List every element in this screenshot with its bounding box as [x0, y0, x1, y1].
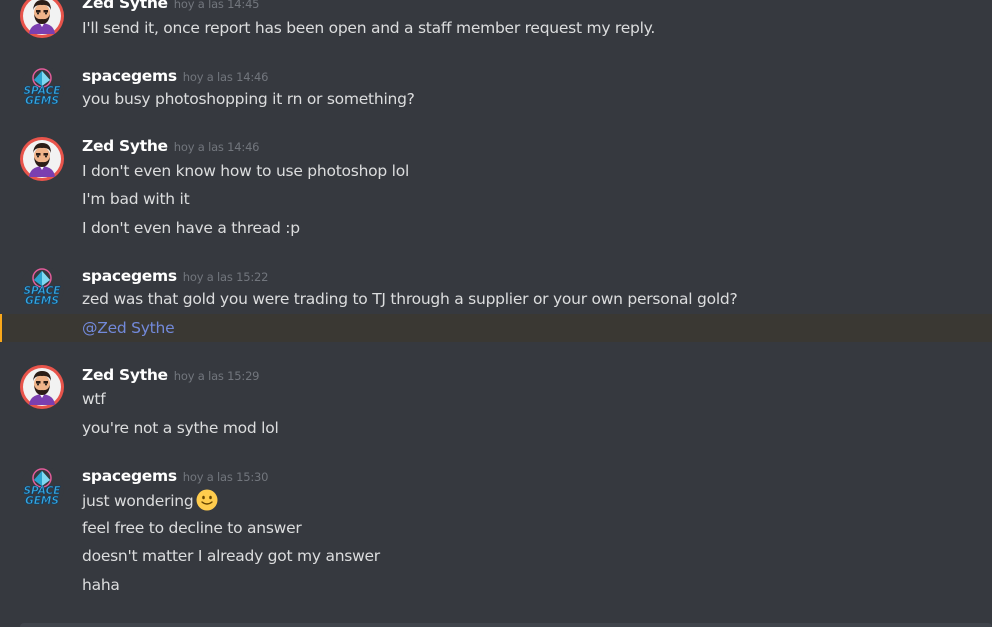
timestamp[interactable]: hoy a las 15:30 [183, 470, 269, 484]
timestamp[interactable]: hoy a las 15:22 [183, 270, 269, 284]
username[interactable]: Zed Sythe [82, 0, 168, 12]
message-header: spacegems hoy a las 14:46 [82, 66, 268, 86]
message-text-with-emoji: just wondering [82, 489, 218, 511]
message-text: you're not a sythe mod lol [82, 419, 279, 437]
timestamp[interactable]: hoy a las 14:45 [174, 0, 260, 11]
username[interactable]: spacegems [82, 67, 177, 85]
chat-messages: Zed Sythe hoy a las 14:45 I'll send it, o… [0, 0, 992, 627]
spacegems-logo-line2: GEMS [25, 95, 59, 107]
user-mention[interactable]: @Zed Sythe [82, 318, 175, 338]
user-avatar[interactable]: SPACE GEMS [20, 66, 64, 110]
spacegems-avatar-icon: SPACE GEMS [20, 266, 64, 310]
zed-avatar-icon [20, 0, 64, 38]
username[interactable]: spacegems [82, 267, 177, 285]
message-text: I'm bad with it [82, 190, 190, 208]
user-avatar[interactable] [20, 137, 64, 181]
timestamp[interactable]: hoy a las 14:46 [183, 70, 269, 84]
message-header: Zed Sythe hoy a las 15:29 [82, 365, 260, 385]
message-text: you busy photoshopping it rn or somethin… [82, 90, 415, 108]
zed-avatar-icon [20, 137, 64, 181]
timestamp[interactable]: hoy a las 14:46 [174, 140, 260, 154]
mention-bar [0, 314, 2, 342]
user-avatar[interactable] [20, 365, 64, 409]
spacegems-logo-line2: GEMS [25, 295, 59, 307]
timestamp[interactable]: hoy a las 15:29 [174, 369, 260, 383]
message-text: doesn't matter I already got my answer [82, 547, 380, 565]
message-text: I don't even know how to use photoshop l… [82, 162, 410, 180]
spacegems-logo-line2: GEMS [25, 495, 59, 507]
message-text: I don't even have a thread :p [82, 219, 300, 237]
message-text: zed was that gold you were trading to TJ… [82, 290, 738, 308]
message-text: wtf [82, 390, 106, 408]
message-header: spacegems hoy a las 15:22 [82, 266, 268, 286]
message-header: spacegems hoy a las 15:30 [82, 466, 268, 486]
message-text: just wondering [82, 492, 194, 510]
spacegems-avatar-icon: SPACE GEMS [20, 66, 64, 110]
message-text: feel free to decline to answer [82, 519, 302, 537]
message-input-edge[interactable] [20, 623, 992, 627]
zed-avatar-icon [20, 365, 64, 409]
spacegems-avatar-icon: SPACE GEMS [20, 466, 64, 510]
message-text: I'll send it, once report has been open … [82, 19, 656, 37]
slightly-smiling-face-icon[interactable] [196, 489, 218, 511]
user-avatar[interactable] [20, 0, 64, 38]
message-header: Zed Sythe hoy a las 14:45 [82, 0, 260, 13]
message-text: haha [82, 576, 120, 594]
user-avatar[interactable]: SPACE GEMS [20, 466, 64, 510]
username[interactable]: Zed Sythe [82, 366, 168, 384]
user-avatar[interactable]: SPACE GEMS [20, 266, 64, 310]
username[interactable]: spacegems [82, 467, 177, 485]
username[interactable]: Zed Sythe [82, 137, 168, 155]
message-header: Zed Sythe hoy a las 14:46 [82, 136, 260, 156]
